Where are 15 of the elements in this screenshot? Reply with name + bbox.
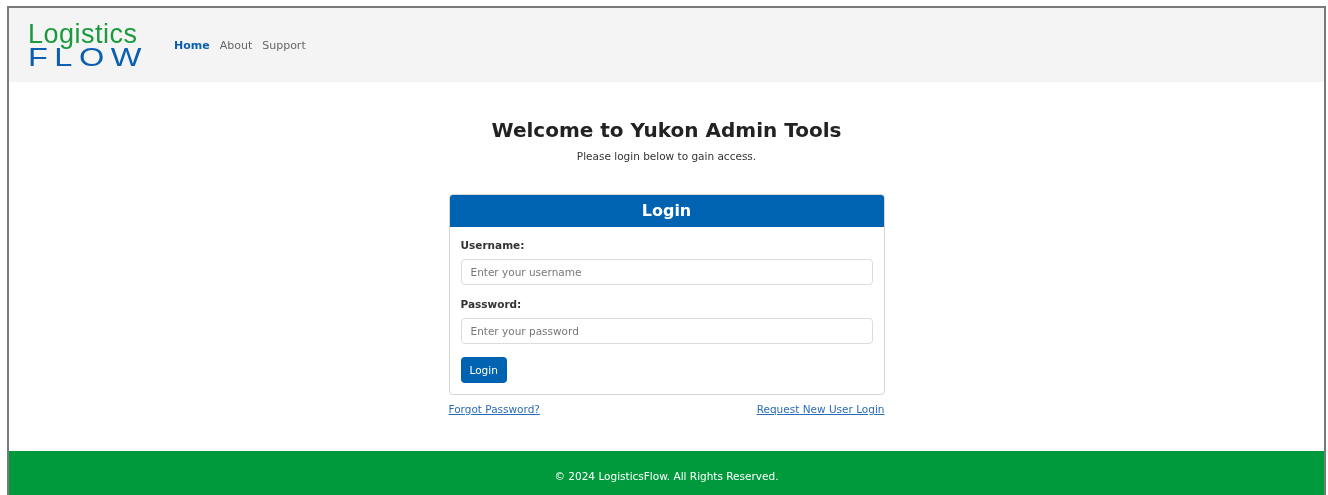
link[interactable]: Request New User Login	[756, 403, 885, 415]
field-label: Username:	[460, 239, 526, 251]
logo-text: Logistics	[28, 20, 138, 48]
nav-link[interactable]: About	[219, 38, 253, 52]
page-heading: Welcome to Yukon Admin Tools	[491, 118, 842, 142]
field-label: Password:	[460, 298, 523, 310]
link[interactable]: Forgot Password?	[448, 403, 540, 415]
card-title: Login	[449, 195, 884, 227]
input-field[interactable]: Enter your password	[460, 318, 873, 344]
copyright-text: © 2024 LogisticsFlow. All Rights Reserved.	[554, 470, 779, 482]
nav-link[interactable]: Home	[174, 38, 210, 52]
input-field[interactable]: Enter your username	[460, 259, 873, 285]
subheading: Please login below to gain access.	[576, 150, 757, 162]
nav-link[interactable]: Support	[262, 38, 306, 52]
login-button[interactable]: Login	[460, 357, 507, 383]
